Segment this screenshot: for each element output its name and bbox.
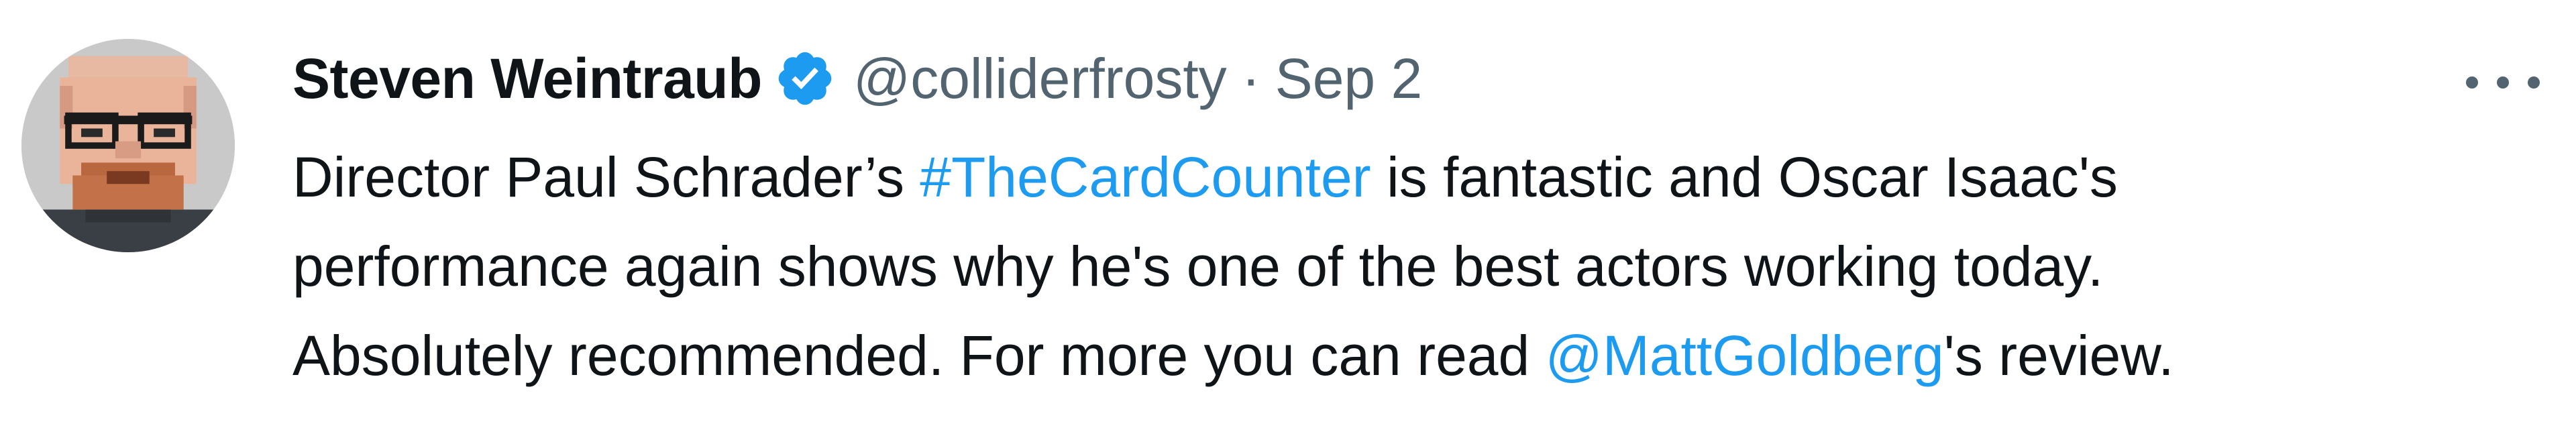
verified-badge-icon [774,48,836,109]
separator-dot: · [1241,46,1260,110]
tweet-text-line-2: performance again shows why he's one of … [292,235,2104,298]
mention-link[interactable]: @MattGoldberg [1546,324,1944,387]
tweet-text: Director Paul Schrader’s #TheCardCounter… [292,133,2546,400]
text-segment: is fantastic and Oscar Isaac's [1371,146,2118,209]
pixel-art-avatar-icon [21,39,235,252]
tweet-text-line-1: Director Paul Schrader’s #TheCardCounter… [292,133,2546,222]
tweet-text-line-3: Absolutely recommended. For more you can… [292,311,2546,400]
author-handle[interactable]: @colliderfrosty [853,46,1227,111]
author-name[interactable]: Steven Weintraub [292,46,762,111]
tweet: Steven Weintraub @colliderfrosty · Sep 2… [0,0,2576,432]
tweet-date[interactable]: Sep 2 [1275,46,1423,111]
text-segment: 's review. [1943,324,2174,387]
more-dot [2528,76,2540,89]
avatar[interactable] [21,39,235,252]
more-options-icon[interactable] [2466,66,2540,99]
hashtag-link[interactable]: #TheCardCounter [920,146,1371,209]
tweet-header: Steven Weintraub @colliderfrosty · Sep 2 [292,42,1422,115]
text-segment: Absolutely recommended. For more you can… [292,324,1546,387]
more-dot [2466,76,2478,89]
more-dot [2497,76,2509,89]
text-segment: Director Paul Schrader’s [292,146,920,209]
